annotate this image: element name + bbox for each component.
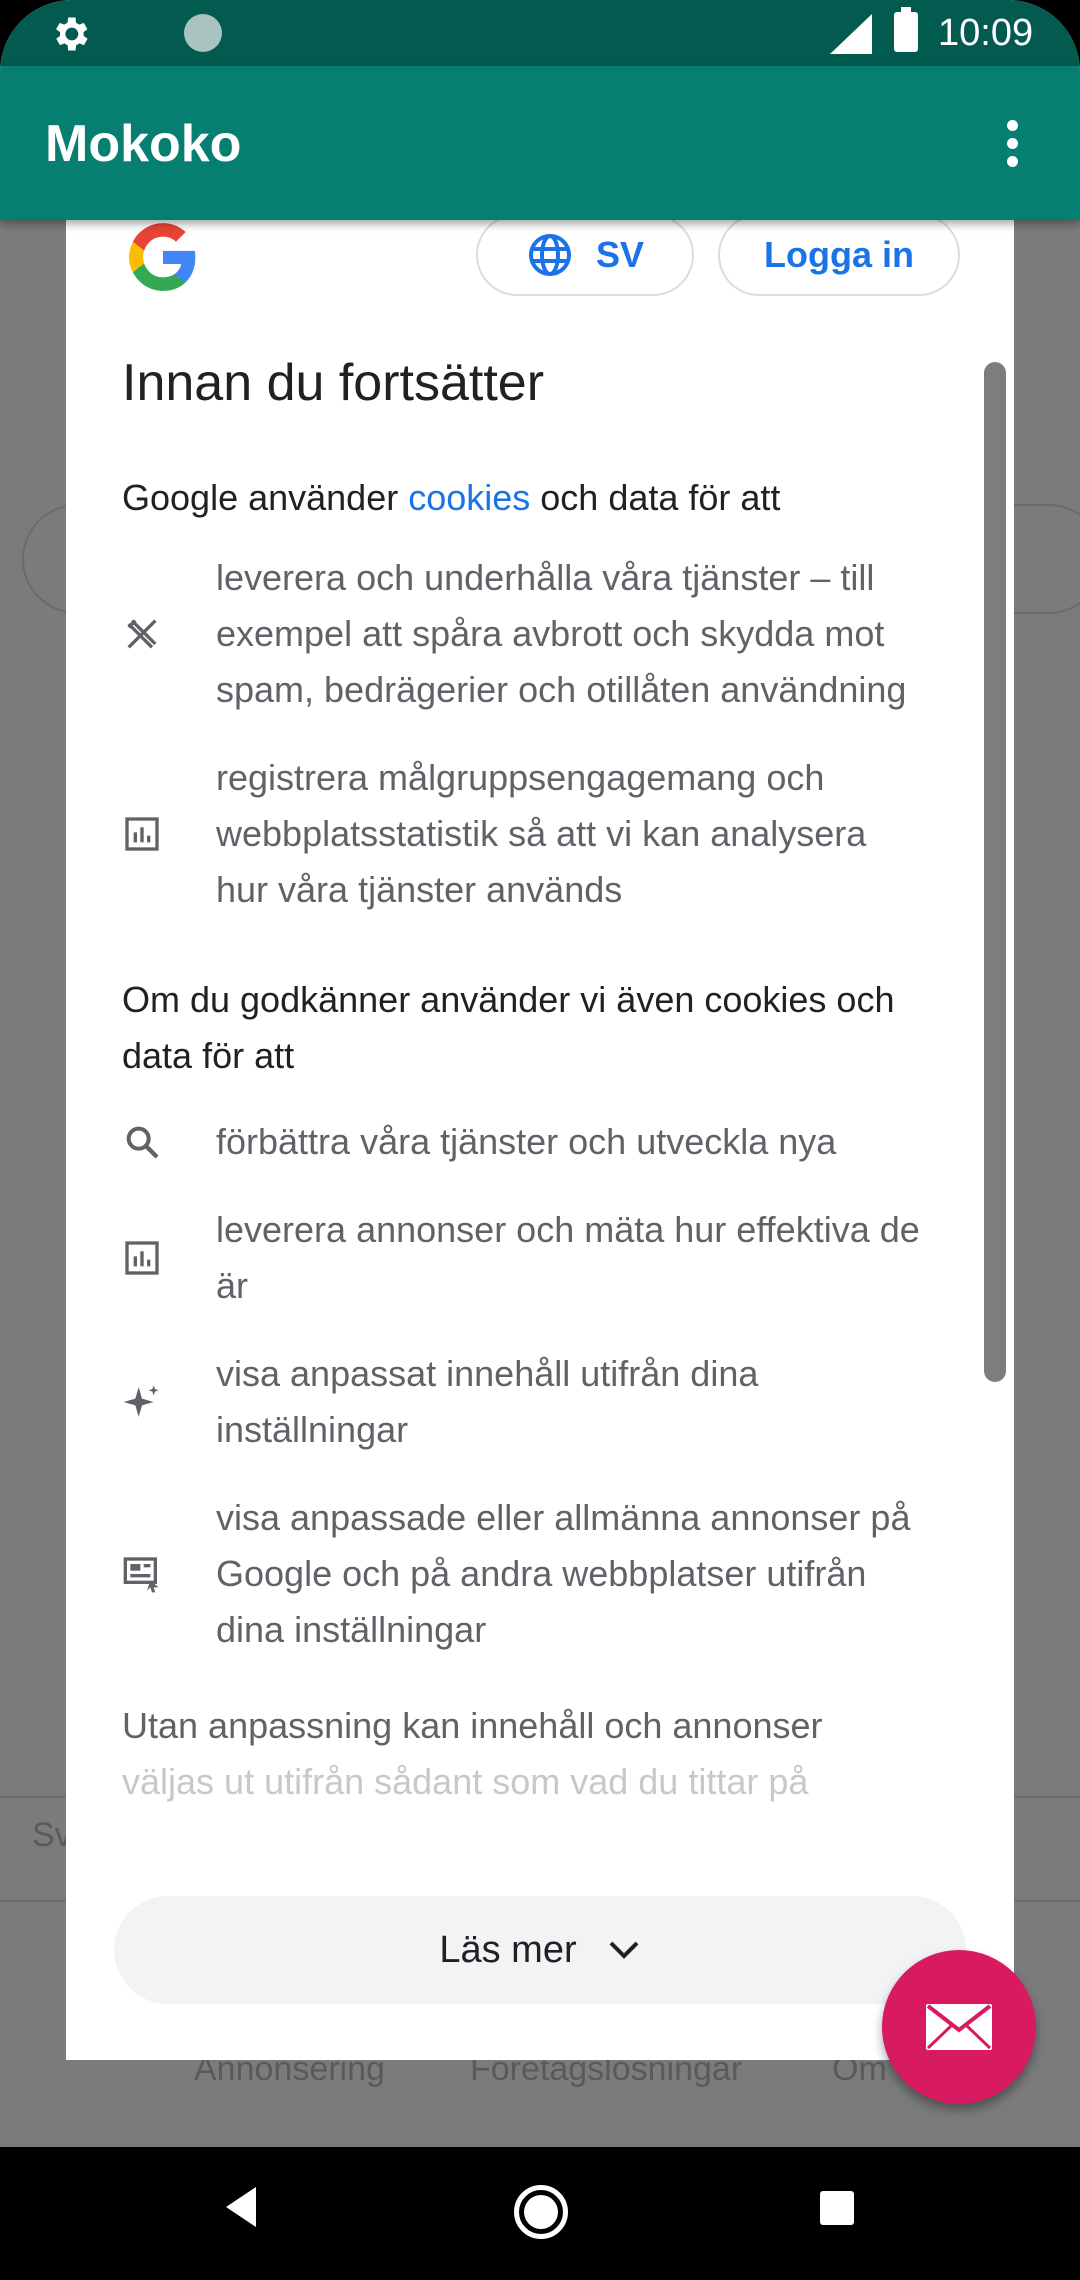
settings-gear-icon bbox=[56, 17, 88, 51]
app-title: Mokoko bbox=[45, 115, 242, 173]
ad-icon bbox=[123, 1557, 159, 1593]
sync-indicator-icon bbox=[184, 14, 222, 52]
back-icon[interactable] bbox=[222, 2185, 262, 2229]
optional-section-text: Om du godkänner använder vi även cookies… bbox=[122, 979, 895, 1076]
intro-suffix: och data för att bbox=[530, 477, 781, 518]
item-text: visa anpassade eller allmänna annonser p… bbox=[216, 1497, 911, 1650]
list-item: leverera och underhålla våra tjänster – … bbox=[122, 550, 922, 718]
chevron-down-icon bbox=[609, 1941, 639, 1959]
status-time: 10:09 bbox=[938, 12, 1034, 54]
list-item: registrera målgruppsengagemang och webbp… bbox=[122, 750, 922, 918]
read-more-button[interactable]: Läs mer bbox=[114, 1896, 966, 2004]
consent-content: Innan du fortsätter Google använder cook… bbox=[122, 350, 922, 1810]
truncated-text: Utan anpassning kan innehåll och annonse… bbox=[122, 1698, 922, 1810]
more-vert-icon[interactable] bbox=[1006, 120, 1020, 170]
globe-icon bbox=[528, 234, 571, 276]
home-icon[interactable] bbox=[514, 2185, 568, 2239]
list-item: förbättra våra tjänster och utveckla nya bbox=[122, 1114, 922, 1170]
mail-fab-button[interactable] bbox=[882, 1950, 1036, 2104]
dialog-heading: Innan du fortsätter bbox=[122, 354, 545, 412]
bar-chart-icon bbox=[125, 817, 159, 851]
item-text: leverera och underhålla våra tjänster – … bbox=[216, 557, 907, 710]
scrollbar[interactable] bbox=[984, 362, 1006, 1382]
app-bar: Mokoko bbox=[0, 66, 1080, 220]
item-text: visa anpassat innehåll utifrån dina inst… bbox=[216, 1353, 759, 1450]
phone-screen: 10:09 Mokoko Sv Annonsering Företagslösn… bbox=[0, 0, 1080, 2280]
list-item: leverera annonser och mäta hur effektiva… bbox=[122, 1202, 922, 1314]
language-label: SV bbox=[595, 234, 645, 275]
item-text: leverera annonser och mäta hur effektiva… bbox=[216, 1209, 920, 1306]
sparkle-icon bbox=[123, 1385, 159, 1417]
tools-icon bbox=[127, 619, 157, 649]
battery-icon bbox=[894, 7, 918, 52]
truncated-line-faded: väljas ut utifrån sådant som vad du titt… bbox=[122, 1761, 809, 1802]
list-item: visa anpassade eller allmänna annonser p… bbox=[122, 1490, 922, 1658]
item-text: registrera målgruppsengagemang och webbp… bbox=[216, 757, 867, 910]
consent-dialog: SV Logga in Innan du fortsätter Google a… bbox=[66, 220, 1014, 2060]
intro-prefix: Google använder bbox=[122, 477, 409, 518]
cookies-link[interactable]: cookies bbox=[408, 477, 530, 518]
mail-icon bbox=[926, 2004, 992, 2050]
bar-chart-icon bbox=[125, 1241, 159, 1275]
item-text: förbättra våra tjänster och utveckla nya bbox=[216, 1121, 837, 1162]
intro-text: Google använder cookies och data för att bbox=[122, 470, 922, 526]
login-button[interactable]: Logga in bbox=[718, 220, 960, 296]
status-bar: 10:09 bbox=[0, 0, 1080, 66]
list-item: visa anpassat innehåll utifrån dina inst… bbox=[122, 1346, 922, 1458]
navigation-bar bbox=[0, 2147, 1080, 2280]
truncated-line: Utan anpassning kan innehåll och annonse… bbox=[122, 1705, 823, 1746]
recents-icon[interactable] bbox=[820, 2191, 854, 2225]
read-more-label: Läs mer bbox=[439, 1928, 577, 1971]
language-button[interactable]: SV bbox=[476, 220, 694, 296]
cell-signal-icon bbox=[830, 14, 872, 54]
google-logo-icon bbox=[129, 223, 196, 291]
search-icon bbox=[126, 1126, 159, 1159]
